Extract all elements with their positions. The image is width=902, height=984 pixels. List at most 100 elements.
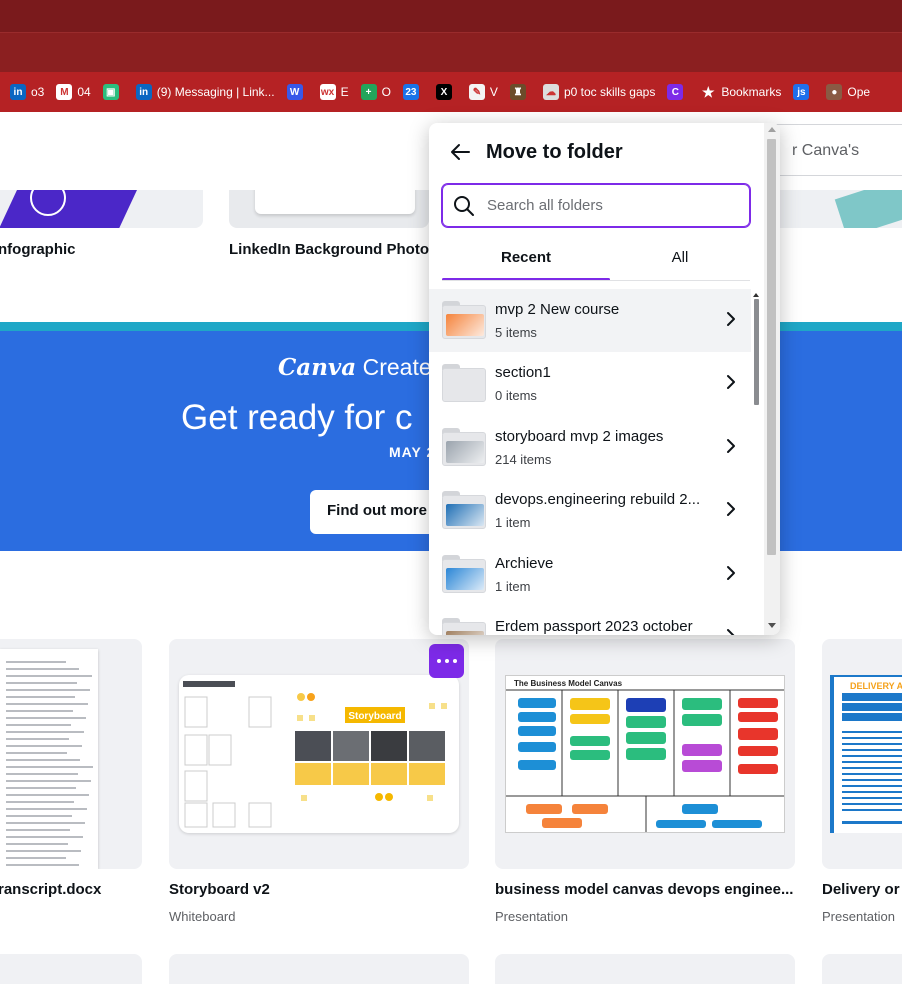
chevron-right-icon[interactable]	[725, 501, 737, 517]
bookmarks-bar: in o3 M 04 ▣ in (9) Messaging | Link... Wwx E + O 2…	[0, 72, 902, 112]
gmail-icon: M	[56, 84, 73, 100]
chevron-right-icon[interactable]	[725, 311, 737, 327]
folder-search-input[interactable]	[487, 185, 743, 226]
bookmark-item[interactable]: ✎ V	[468, 80, 498, 104]
bookmark-item[interactable]: ★ Bookmarks	[700, 80, 781, 104]
folder-list: mvp 2 New course 5 items section1 0 items st…	[429, 289, 751, 635]
folder-name: mvp 2 New course	[495, 301, 620, 318]
canva-icon: C	[667, 84, 684, 100]
folder-icon	[442, 301, 486, 339]
design-thumbnail-right[interactable]	[778, 190, 902, 228]
design-card-delivery[interactable]: DELIVERY ALM REDI DEVSECO FOR CI/C	[822, 639, 902, 869]
chevron-right-icon[interactable]	[725, 438, 737, 454]
folder-row[interactable]: Erdem passport 2023 october	[429, 606, 751, 635]
folder-row[interactable]: devops.engineering rebuild 2... 1 item	[429, 479, 751, 542]
avatar-icon: ●	[826, 84, 843, 100]
notepad-icon: ✎	[468, 84, 485, 100]
folder-search-field[interactable]	[442, 184, 750, 227]
wordpress-icon: W	[286, 84, 303, 100]
folder-name: Erdem passport 2023 october	[495, 618, 693, 635]
folder-icon	[442, 427, 486, 466]
bookmark-item[interactable]: in (9) Messaging | Link...	[135, 80, 275, 104]
design-card-storyboard[interactable]: Storyboard	[169, 639, 469, 869]
design-title-storyboard[interactable]: Storyboard v2	[169, 881, 270, 898]
bookmark-item[interactable]: 23	[402, 80, 424, 104]
bookmark-item[interactable]: ♜	[509, 80, 531, 104]
bookmark-item[interactable]: M 04	[56, 80, 91, 104]
folder-name: Archieve	[495, 554, 554, 572]
chevron-right-icon[interactable]	[725, 628, 737, 635]
tab-all[interactable]: All	[610, 239, 750, 281]
bookmark-label: E	[340, 85, 349, 99]
linkedin-background-thumbnail[interactable]	[229, 190, 429, 228]
back-arrow-icon[interactable]	[449, 141, 471, 163]
popover-scrollbar-thumb[interactable]	[767, 139, 776, 555]
scroll-up-arrow-icon[interactable]	[768, 127, 776, 132]
bookmark-item[interactable]: W	[286, 80, 308, 104]
design-title-business-model-canvas[interactable]: business model canvas devops enginee...	[495, 881, 793, 898]
js-icon: js	[793, 84, 810, 100]
design-type-storyboard: Whiteboard	[169, 909, 236, 924]
popover-title: Move to folder	[486, 141, 623, 163]
chevron-right-icon[interactable]	[725, 374, 737, 390]
game-icon: ♜	[509, 84, 526, 100]
whiteboard-thumbnail: Storyboard	[179, 675, 459, 833]
design-title-infographic[interactable]: nfographic	[0, 241, 76, 258]
bookmark-item[interactable]: ☁ p0 toc skills gaps	[542, 80, 656, 104]
chevron-right-icon[interactable]	[725, 565, 737, 581]
folder-icon	[442, 554, 486, 593]
design-card-row3-1[interactable]	[0, 954, 142, 984]
folder-icon	[442, 618, 486, 635]
folder-name: devops.engineering rebuild 2...	[495, 491, 701, 509]
bookmark-label: (9) Messaging | Link...	[156, 85, 275, 99]
design-card-business-model-canvas[interactable]: The Business Model Canvas	[495, 639, 795, 869]
find-out-more-button[interactable]: Find out more	[310, 490, 440, 534]
storyboard-heading-text: Storyboard	[348, 711, 401, 722]
bookmark-label: Ope	[847, 85, 871, 99]
folder-item-count: 1 item	[495, 515, 531, 531]
star-icon: ★	[700, 83, 717, 100]
folder-row[interactable]: Archieve 1 item	[429, 543, 751, 606]
bookmark-label: O	[381, 85, 391, 99]
folder-row[interactable]: storyboard mvp 2 images 214 items	[429, 416, 751, 479]
design-type-business-model-canvas: Presentation	[495, 909, 568, 924]
bookmark-item[interactable]: ● Ope	[826, 80, 870, 104]
bookmark-item[interactable]: X	[435, 80, 457, 104]
browser-address-bar	[0, 32, 902, 72]
folder-name: section1	[495, 364, 551, 382]
search-icon	[454, 196, 474, 216]
bookmark-item[interactable]: ▣	[102, 80, 124, 104]
bookmark-item[interactable]: C	[667, 80, 688, 104]
design-type-delivery: Presentation	[822, 909, 895, 924]
bookmark-label: V	[489, 85, 498, 99]
tabs-divider	[442, 280, 750, 281]
scroll-down-arrow-icon[interactable]	[768, 623, 776, 628]
bookmark-label: Bookmarks	[721, 85, 782, 99]
bookmark-item[interactable]: wx E	[319, 80, 349, 104]
more-options-button[interactable]	[429, 644, 464, 678]
bookmark-item[interactable]: + O	[360, 80, 391, 104]
bookmark-label: 04	[77, 85, 91, 99]
list-scroll-up-arrow[interactable]	[753, 293, 759, 297]
plus-app-icon: +	[360, 84, 377, 100]
banner-title: Get ready for c	[181, 398, 413, 437]
design-card-transcript[interactable]	[0, 639, 142, 869]
infographic-thumbnail[interactable]	[0, 190, 203, 228]
folder-row[interactable]: section1 0 items	[429, 352, 751, 415]
linkedin-icon: in	[10, 84, 26, 100]
bookmark-item[interactable]: in o3	[10, 80, 44, 104]
design-card-row3-2[interactable]	[169, 954, 469, 984]
bookmark-item[interactable]: js	[793, 80, 814, 104]
browser-tab-strip	[0, 0, 902, 32]
design-title-delivery[interactable]: Delivery or	[822, 881, 900, 898]
folder-row[interactable]: mvp 2 New course 5 items	[429, 289, 751, 352]
folder-tabs: Recent All	[442, 239, 750, 281]
folder-list-scrollbar[interactable]	[754, 299, 759, 405]
design-title-transcript[interactable]: ranscript.docx	[0, 881, 101, 898]
design-card-row3-3[interactable]	[495, 954, 795, 984]
tab-recent[interactable]: Recent	[442, 239, 610, 281]
delivery-thumbnail: DELIVERY ALM REDI DEVSECO FOR CI/C	[830, 675, 902, 833]
design-card-row3-4[interactable]	[822, 954, 902, 984]
design-title-linkedin[interactable]: LinkedIn Background Photo	[229, 241, 429, 258]
bookmark-label: p0 toc skills gaps	[563, 85, 656, 99]
